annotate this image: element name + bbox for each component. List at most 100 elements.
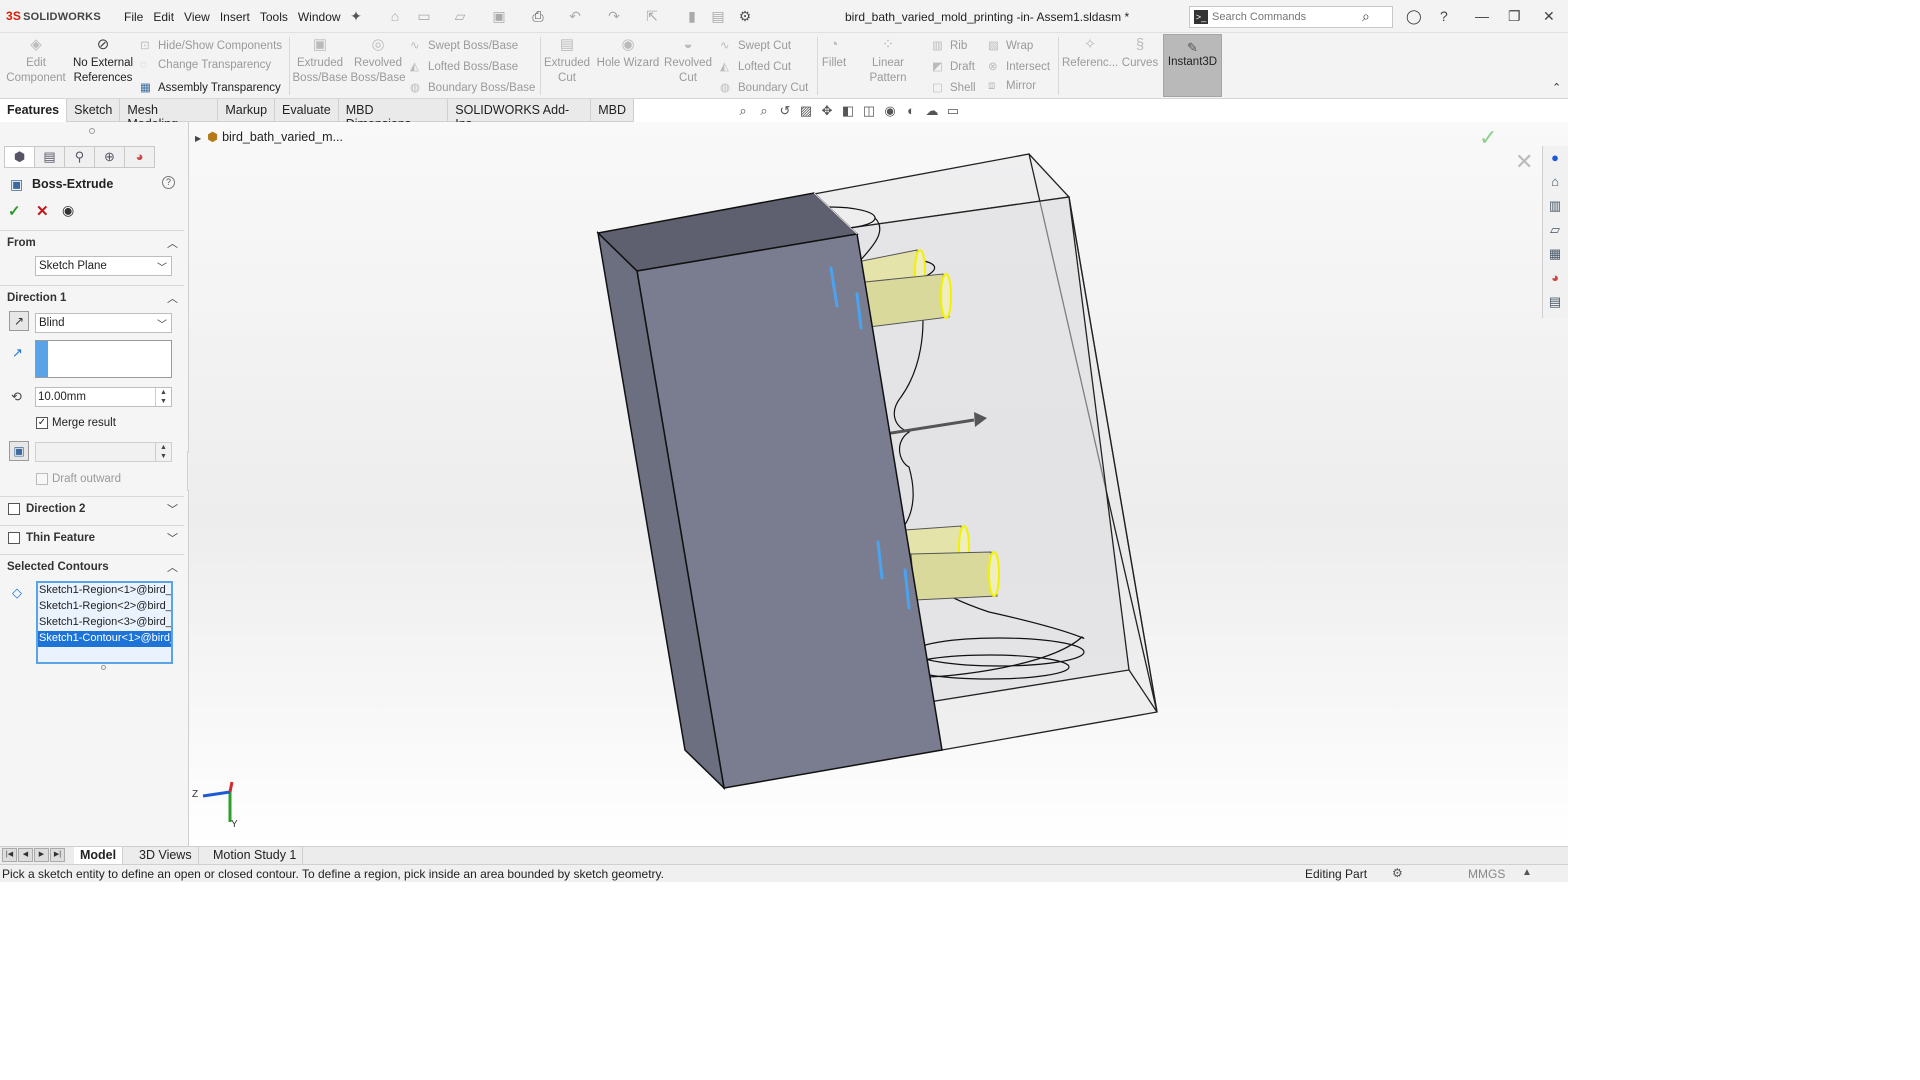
hide-show-components-button[interactable]: ⊡ Hide/Show Components xyxy=(140,38,282,52)
solidworks-logo[interactable]: 3S SOLIDWORKS xyxy=(6,9,101,23)
restore-icon[interactable]: ❐ xyxy=(1508,8,1521,25)
merge-result-checkbox[interactable]: ✓ xyxy=(36,417,48,429)
draft-on-off-icon[interactable]: ▣ xyxy=(9,441,29,461)
options-gear-icon[interactable]: ⚙ xyxy=(737,8,753,24)
search-icon[interactable]: ⌕ xyxy=(1362,8,1370,25)
menu-file[interactable]: File xyxy=(119,10,148,24)
menu-window[interactable]: Window xyxy=(293,10,346,24)
fillet-button[interactable]: ◔ Fillet xyxy=(818,36,850,71)
swept-cut-button[interactable]: ∿ Swept Cut xyxy=(720,38,791,52)
draft-angle-spinner[interactable]: ▲ ▼ xyxy=(155,443,171,461)
configuration-manager-tab[interactable]: ⚲ xyxy=(64,146,95,168)
close-icon[interactable]: ✕ xyxy=(1543,8,1555,25)
end-condition-select[interactable]: Blind ﹀ xyxy=(35,313,172,333)
list-item[interactable]: Sketch1-Region<1>@bird_b xyxy=(38,583,171,599)
home-icon[interactable]: ⌂ xyxy=(387,8,403,24)
selected-contours-list[interactable]: Sketch1-Region<1>@bird_b Sketch1-Region<… xyxy=(36,581,173,664)
chevron-up-icon[interactable]: ︿ xyxy=(167,235,178,251)
view-palette-icon[interactable]: ▦ xyxy=(1543,242,1567,266)
draft-button[interactable]: ◩ Draft xyxy=(932,59,975,73)
custom-properties-icon[interactable]: ▤ xyxy=(1543,290,1567,314)
model-3d-view[interactable] xyxy=(189,122,1568,846)
revolved-boss-button[interactable]: ◎ Revolved Boss/Base xyxy=(350,36,406,86)
minimize-icon[interactable]: — xyxy=(1475,8,1489,24)
extruded-cut-button[interactable]: ▤ Extruded Cut xyxy=(542,36,592,86)
pin-icon[interactable]: ✦ xyxy=(348,8,364,24)
chevron-up-icon[interactable]: ︿ xyxy=(167,290,178,306)
view-orientation-icon[interactable]: ◧ xyxy=(839,103,857,119)
tab-solidworks-addins[interactable]: SOLIDWORKS Add-Ins xyxy=(448,99,592,131)
confirmation-corner-cancel-icon[interactable]: ✕ xyxy=(1515,149,1533,175)
menu-view[interactable]: View xyxy=(179,10,215,24)
help-icon[interactable]: ? xyxy=(1440,8,1448,24)
change-transparency-button[interactable]: ◌ Change Transparency xyxy=(140,59,271,71)
property-manager-tab[interactable]: ▤ xyxy=(34,146,65,168)
thin-feature-section-header[interactable]: Thin Feature ﹀ xyxy=(0,525,184,549)
select-icon[interactable]: ⇱ xyxy=(644,8,660,24)
tab-3d-views[interactable]: 3D Views xyxy=(133,847,199,865)
menu-tools[interactable]: Tools xyxy=(255,10,293,24)
next-tab-icon[interactable]: ▶ xyxy=(34,848,49,862)
tab-mbd[interactable]: MBD xyxy=(591,99,634,122)
hole-wizard-button[interactable]: ◉ Hole Wizard xyxy=(596,36,660,71)
extruded-boss-button[interactable]: ▣ Extruded Boss/Base xyxy=(292,36,348,86)
curves-button[interactable]: § Curves xyxy=(1120,36,1160,71)
units-dropdown-icon[interactable]: ▲ xyxy=(1522,867,1532,878)
lofted-cut-button[interactable]: ◭ Lofted Cut xyxy=(720,59,791,73)
direction2-section-header[interactable]: Direction 2 ﹀ xyxy=(0,496,184,520)
cancel-x-button[interactable]: ✕ xyxy=(36,202,49,220)
revolved-cut-button[interactable]: ◒ Revolved Cut xyxy=(662,36,714,86)
apply-scene-icon[interactable]: ☁ xyxy=(923,103,941,119)
save-icon[interactable]: ▣ xyxy=(491,8,507,24)
tab-mbd-dimensions[interactable]: MBD Dimensions xyxy=(339,99,449,131)
open-folder-icon[interactable]: ▱ xyxy=(452,8,468,24)
undo-icon[interactable]: ↶ xyxy=(567,8,583,24)
print-icon[interactable]: ⎙ xyxy=(530,8,546,24)
first-tab-icon[interactable]: |◀ xyxy=(2,848,17,862)
section-view-icon[interactable]: ▨ xyxy=(797,103,815,119)
edit-component-button[interactable]: ◈ Edit Component xyxy=(6,36,66,86)
chevron-down-icon[interactable]: ﹀ xyxy=(167,530,178,546)
dimxpert-manager-tab[interactable]: ⊕ xyxy=(94,146,125,168)
graphics-area[interactable]: ▶ ⬢ bird_bath_varied_m... Z Y ✓ ✕ xyxy=(189,122,1568,846)
selected-contours-section-header[interactable]: Selected Contours ︿ xyxy=(0,554,184,578)
thin-feature-checkbox[interactable] xyxy=(8,532,20,544)
wrap-button[interactable]: ▧ Wrap xyxy=(988,38,1033,52)
user-account-icon[interactable]: ◯ xyxy=(1406,8,1422,25)
list-item[interactable]: Sketch1-Region<3>@bird_b xyxy=(38,615,171,631)
lofted-boss-button[interactable]: ◭ Lofted Boss/Base xyxy=(410,59,518,73)
intersect-button[interactable]: ⊗ Intersect xyxy=(988,59,1050,73)
menu-edit[interactable]: Edit xyxy=(148,10,179,24)
direction2-checkbox[interactable] xyxy=(8,503,20,515)
display-manager-tab[interactable]: ◕ xyxy=(124,146,155,168)
instant3d-button[interactable]: ✎ Instant3D xyxy=(1163,34,1222,97)
unit-system[interactable]: MMGS xyxy=(1468,867,1505,881)
design-library-icon[interactable]: ▥ xyxy=(1543,194,1567,218)
list-resize-handle[interactable] xyxy=(101,665,106,670)
prev-tab-icon[interactable]: ◀ xyxy=(18,848,33,862)
draft-angle-input[interactable]: ▲ ▼ xyxy=(35,442,172,462)
reverse-direction-icon[interactable]: ↗ xyxy=(9,311,29,331)
rib-button[interactable]: ▥ Rib xyxy=(932,38,967,52)
depth-input[interactable]: 10.00mm ▲ ▼ xyxy=(35,387,172,407)
direction-of-extrusion-field[interactable] xyxy=(35,340,172,378)
tab-evaluate[interactable]: Evaluate xyxy=(275,99,339,122)
mirror-button[interactable]: ⧈ Mirror xyxy=(988,80,1036,93)
reference-geometry-button[interactable]: ✧ Referenc... xyxy=(1062,36,1118,71)
zoom-to-area-icon[interactable]: ⌕ xyxy=(755,103,773,119)
chevron-up-icon[interactable]: ︿ xyxy=(167,559,178,575)
direction1-section-header[interactable]: Direction 1 ︿ xyxy=(0,285,184,309)
file-properties-icon[interactable]: ▤ xyxy=(710,8,726,24)
previous-view-icon[interactable]: ↺ xyxy=(776,103,794,119)
last-tab-icon[interactable]: ▶| xyxy=(50,848,65,862)
search-input[interactable] xyxy=(1212,9,1352,25)
tab-model[interactable]: Model xyxy=(74,847,124,865)
start-condition-select[interactable]: Sketch Plane ﹀ xyxy=(35,256,172,276)
list-item[interactable]: Sketch1-Region<2>@bird_b xyxy=(38,599,171,615)
draft-outward-checkbox[interactable] xyxy=(36,473,48,485)
tab-motion-study-1[interactable]: Motion Study 1 xyxy=(207,847,304,865)
swept-boss-button[interactable]: ∿ Swept Boss/Base xyxy=(410,38,518,52)
home-icon[interactable]: ⌂ xyxy=(1543,170,1567,194)
rebuild-icon[interactable]: ▮ xyxy=(684,8,700,24)
tab-mesh-modeling[interactable]: Mesh Modeling xyxy=(120,99,219,131)
